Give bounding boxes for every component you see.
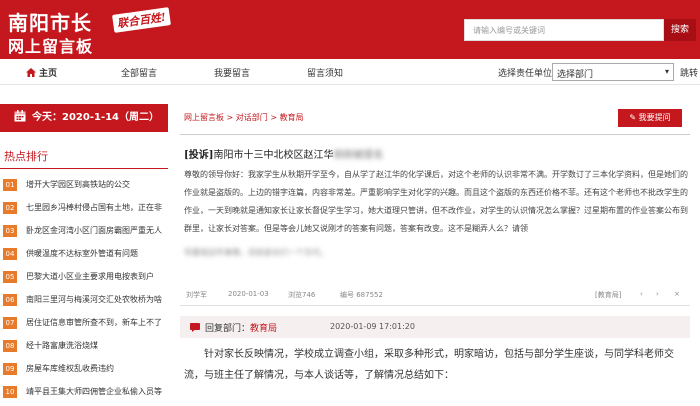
divider [180, 134, 690, 135]
post-date: 2020-01-03 [228, 290, 269, 298]
reply-body: 针对家长反映情况，学校成立调查小组，采取多种形式，明家暗访，包括与部分学生座谈，… [184, 349, 674, 381]
hot-ranking-divider [0, 168, 168, 169]
post-code: 编号 687552 [340, 291, 383, 299]
reply-label-text: 回复部门： [205, 324, 251, 334]
chevron-down-icon: ▾ [664, 67, 669, 76]
arrow-right-icon[interactable]: › [656, 290, 659, 298]
nav-guidelines[interactable]: 留言须知 [307, 66, 343, 79]
post-meta: 刘学军 2020-01-03 浏览746 编号 687552 [教育局] ‹ ›… [180, 284, 690, 304]
hot-ranking-item-text: 经十路富康洗浴烧煤 [26, 341, 98, 350]
hot-ranking-item-text: 房屋车库维权乱收费违约 [26, 364, 114, 373]
hot-ranking-item[interactable]: 06 南阳三里河与梅溪河交汇处农牧桥为啥 [0, 291, 168, 314]
home-icon [26, 68, 36, 77]
rank-badge: 03 [3, 225, 17, 237]
arrow-left-icon[interactable]: ‹ [640, 290, 643, 298]
sidebar: 今天：2020-1-14（周二） 热点排行 01 增开大学园区到高铁站的公交 02 七… [0, 104, 168, 398]
logo-title: 南阳市长 [8, 11, 92, 35]
hot-ranking-item[interactable]: 08 经十路富康洗浴烧煤 [0, 337, 168, 360]
jump-button[interactable]: 跳转 [680, 66, 698, 79]
today-date: 今天：2020-1-14（周二） [32, 112, 160, 123]
breadcrumb[interactable]: 网上留言板 > 对话部门 > 教育局 [184, 112, 304, 123]
reply-dept: 教育局 [250, 324, 278, 334]
rank-badge: 09 [3, 363, 17, 375]
hot-ranking-item-text: 卧龙区金河湾小区门面房霸图严重无人 [26, 226, 162, 235]
hot-ranking-item[interactable]: 02 七里园乡冯棒村侵占国有土地，正在非 [0, 199, 168, 222]
hot-ranking-item[interactable]: 07 居住证信息审管所查不到，新车上不了 [0, 314, 168, 337]
hot-ranking-item-text: 增开大学园区到高铁站的公交 [26, 180, 130, 189]
main-nav: 主页 全部留言 我要留言 留言须知 选择责任单位: 选择部门 ▾ 跳转 [0, 59, 700, 85]
divider [180, 305, 690, 306]
rank-badge: 06 [3, 294, 17, 306]
ask-question-button[interactable]: ✎ 我要提问 [618, 109, 682, 127]
hot-ranking-item-text: 巴黎大道小区业主要求用电按表到户 [26, 272, 154, 281]
hot-ranking-title: 热点排行 [4, 150, 48, 163]
post-body: 尊敬的领导你好：我家学生从秋期开学至今，自从学了赵江华的化学课后，对这个老师的认… [184, 170, 688, 233]
close-icon[interactable]: × [674, 290, 680, 298]
reply-icon [190, 323, 200, 332]
reply-time: 2020-01-09 17:01:20 [330, 322, 415, 331]
ask-question-label: 我要提问 [638, 113, 671, 122]
search-input[interactable]: 请输入编号或关键词 [464, 19, 664, 41]
reply-dept-label: 回复部门：教育局 [205, 321, 277, 334]
edit-icon: ✎ [629, 113, 639, 122]
hot-ranking-item-text: 居住证信息审管所查不到，新车上不了 [26, 318, 162, 327]
rank-badge: 01 [3, 179, 17, 191]
reply-header: 回复部门：教育局 2020-01-09 17:01:20 [180, 316, 690, 338]
search-button[interactable]: 搜索 [664, 19, 696, 41]
rank-badge: 02 [3, 202, 17, 214]
hot-ranking-list: 01 增开大学园区到高铁站的公交 02 七里园乡冯棒村侵占国有土地，正在非 03 卧龙区金… [0, 176, 168, 406]
nav-leave-message[interactable]: 我要留言 [214, 66, 250, 79]
department-select-label: 选择责任单位: [498, 69, 556, 79]
post-author: 刘学军 [186, 291, 207, 299]
hot-ranking-item[interactable]: 10 靖平县王集大师四佣管企业私偷入员等 [0, 383, 168, 406]
post-dept-tag[interactable]: [教育局] [595, 290, 621, 300]
site-header: 南阳市长 网上留言板 联合百姓! 请输入编号或关键词 搜索 [0, 0, 700, 59]
nav-home-label: 主页 [39, 69, 58, 79]
post-views: 浏览746 [288, 291, 316, 299]
site-logo[interactable]: 南阳市长 网上留言板 [6, 5, 126, 56]
hot-ranking-item[interactable]: 01 增开大学园区到高铁站的公交 [0, 176, 168, 199]
main-content: 网上留言板 > 对话部门 > 教育局 ✎ 我要提问 [投诉]南阳市十三中北校区赵… [180, 104, 700, 396]
post-title-redacted: 刚刚被提名 [333, 150, 384, 161]
post-body-redacted: 导重视这件事情，还给家长们一个交代。 [184, 248, 328, 257]
rank-badge: 08 [3, 340, 17, 352]
post-title-text: 南阳市十三中北校区赵江华 [213, 150, 334, 161]
hot-ranking-item-text: 供暖温度不达标室外管道有问题 [26, 249, 138, 258]
rank-badge: 05 [3, 271, 17, 283]
rank-badge: 07 [3, 317, 17, 329]
post-type: [投诉] [184, 150, 214, 161]
hot-ranking-item[interactable]: 04 供暖温度不达标室外管道有问题 [0, 245, 168, 268]
hot-ranking-item[interactable]: 03 卧龙区金河湾小区门面房霸图严重无人 [0, 222, 168, 245]
department-select-value: 选择部门 [557, 70, 594, 80]
hot-ranking-item-text: 靖平县王集大师四佣管企业私偷入员等 [26, 387, 162, 396]
department-select[interactable]: 选择部门 ▾ [552, 63, 674, 81]
rank-badge: 10 [3, 386, 17, 398]
logo-subtitle: 网上留言板 [8, 37, 94, 56]
post-title: [投诉]南阳市十三中北校区赵江华刚刚被提名 [184, 146, 383, 161]
hot-ranking-item-text: 南阳三里河与梅溪河交汇处农牧桥为啥 [26, 295, 162, 304]
hot-ranking-item[interactable]: 09 房屋车库维权乱收费违约 [0, 360, 168, 383]
date-bar: 今天：2020-1-14（周二） [0, 104, 168, 132]
rank-badge: 04 [3, 248, 17, 260]
calendar-icon [14, 110, 26, 122]
nav-home[interactable]: 主页 [26, 66, 57, 79]
hot-ranking-item-text: 七里园乡冯棒村侵占国有土地，正在非 [26, 203, 162, 212]
nav-all-messages[interactable]: 全部留言 [121, 66, 157, 79]
hot-ranking-item[interactable]: 05 巴黎大道小区业主要求用电按表到户 [0, 268, 168, 291]
